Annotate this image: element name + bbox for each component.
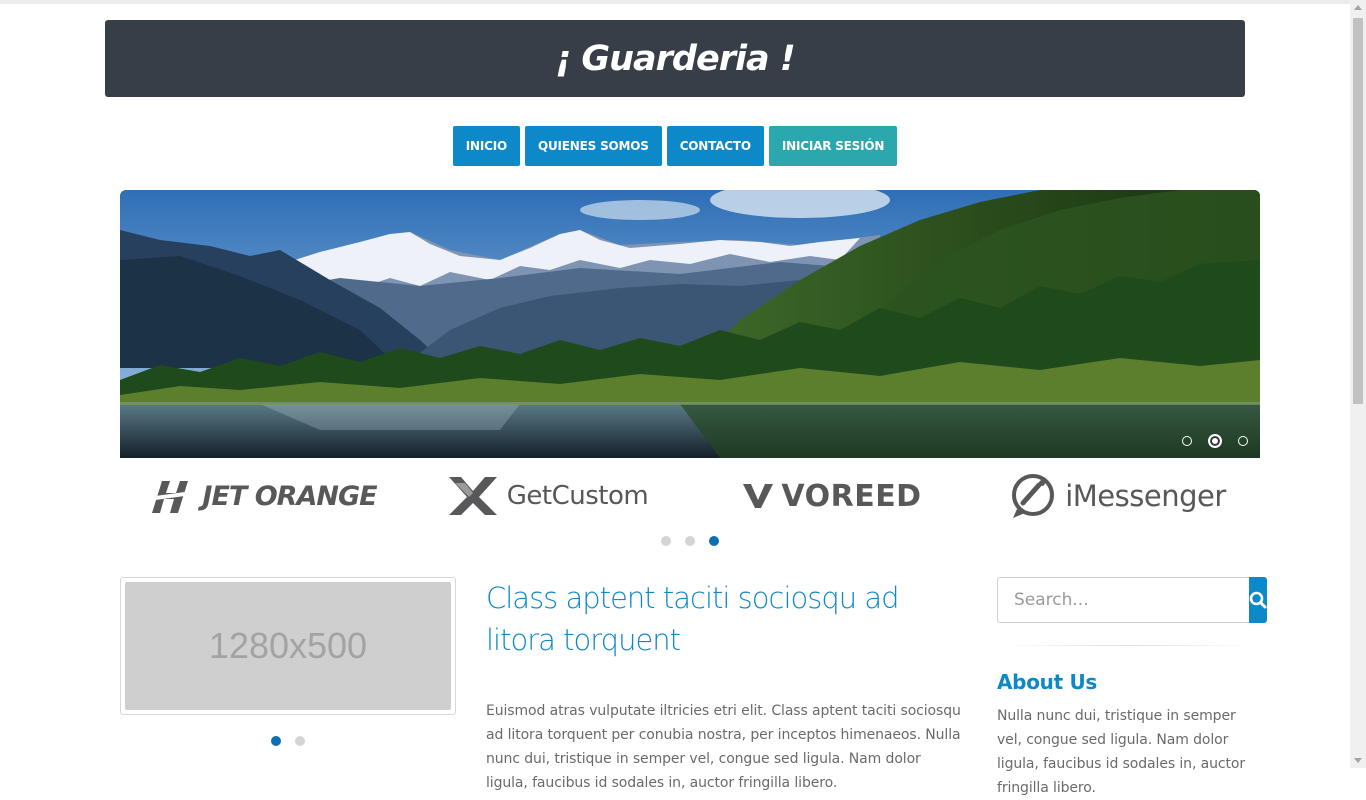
thumbnail-dot-1-active[interactable] [271,736,281,746]
slider-dot-1[interactable] [1182,436,1192,446]
site-header: ¡ Guarderia ! [105,20,1245,97]
getcustom-logo-icon [448,477,497,515]
scrollbar-thumb[interactable] [1353,18,1363,404]
scroll-down-arrow-icon[interactable] [1354,758,1362,763]
thumbnail-dot-2[interactable] [295,736,305,746]
brands-dot-1[interactable] [661,536,671,546]
brands-pagination [0,536,1366,546]
post-title[interactable]: Class aptent taciti sociosqu ad litora t… [486,577,966,661]
hero-landscape-image [120,190,1260,458]
brands-dot-3-active[interactable] [709,536,719,546]
slider-dot-3[interactable] [1238,436,1248,446]
hero-slider[interactable] [120,190,1260,458]
brands-dot-2[interactable] [685,536,695,546]
search-input[interactable] [997,577,1249,623]
search-icon [1249,591,1267,609]
post-thumbnail-card[interactable]: 1280x500 [120,577,456,715]
brand-getcustom[interactable]: GetCustom [405,475,690,517]
nav-quienes-somos-button[interactable]: QUIENES SOMOS [525,126,662,166]
site-title: ¡ Guarderia ! [555,38,795,79]
nav-contacto-button[interactable]: CONTACTO [666,126,764,166]
sidebar-divider [997,645,1259,646]
scroll-up-arrow-icon[interactable] [1354,5,1362,10]
main-nav: INICIO QUIENES SOMOS CONTACTO INICIAR SE… [0,126,1350,166]
page-scrollbar[interactable] [1350,0,1366,768]
brand-label: JET ORANGE [202,480,377,512]
jet-orange-logo-icon [148,481,193,513]
nav-inicio-button[interactable]: INICIO [452,126,520,166]
brand-logos-carousel: JET ORANGE GetCustom VOREED iMessenger [120,466,1260,526]
slider-pagination [1182,434,1248,448]
about-us-text: Nulla nunc dui, tristique in semper vel,… [997,708,1246,796]
blog-post: Class aptent taciti sociosqu ad litora t… [486,577,966,795]
voreed-logo-icon [743,484,774,508]
brand-voreed[interactable]: VOREED [690,479,975,514]
imessenger-logo-icon [1012,474,1055,518]
brand-label: iMessenger [1065,479,1226,513]
brand-label: GetCustom [506,481,649,511]
search-button[interactable] [1249,577,1267,623]
brand-label: VOREED [781,478,922,514]
brand-jet-orange[interactable]: JET ORANGE [120,477,405,515]
placeholder-image: 1280x500 [125,582,451,710]
about-us-heading: About Us [997,670,1098,694]
nav-iniciar-sesion-button[interactable]: INICIAR SESIÓN [768,126,898,166]
search-form [997,577,1267,623]
thumbnail-pagination [271,736,305,746]
post-body: Euismod atras vulputate iltricies etri e… [486,703,961,791]
top-border [0,0,1350,4]
brand-imessenger[interactable]: iMessenger [975,473,1260,519]
sidebar: About Us Nulla nunc dui, tristique in se… [997,577,1267,800]
slider-dot-2-active[interactable] [1208,434,1222,448]
